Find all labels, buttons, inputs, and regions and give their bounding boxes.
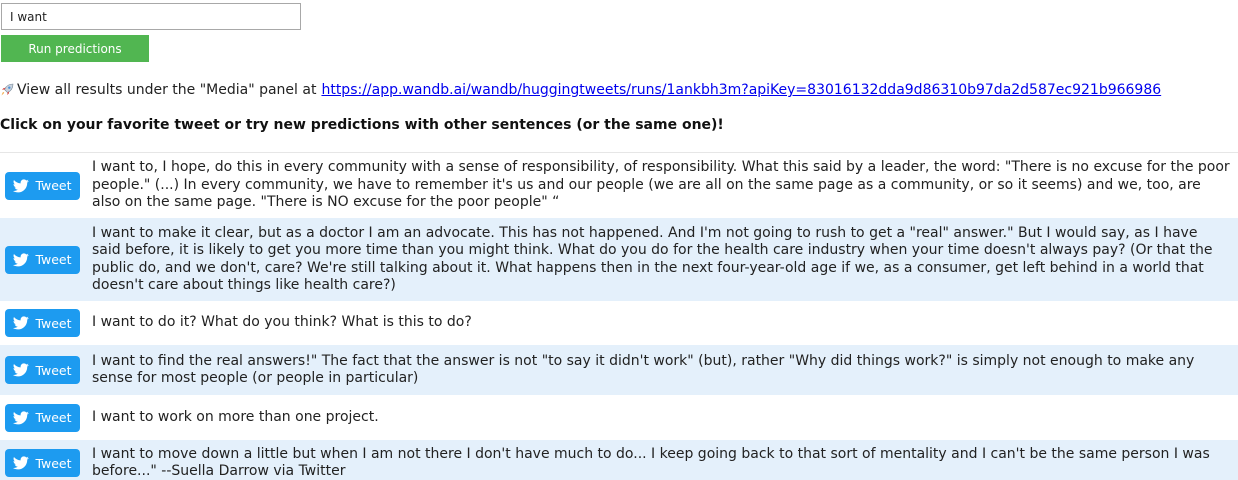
tweet-button[interactable]: Tweet [5,449,80,477]
tweet-list: Tweet I want to, I hope, do this in ever… [0,152,1238,480]
twitter-bird-icon [13,178,30,193]
tweet-text[interactable]: I want to move down a little but when I … [92,446,1230,480]
twitter-bird-icon [13,363,30,377]
tweet-button-label: Tweet [35,410,72,425]
twitter-bird-icon [13,456,30,470]
tweet-text[interactable]: I want to, I hope, do this in every comm… [92,159,1230,212]
tweet-row: Tweet I want to move down a little but w… [0,440,1238,480]
twitter-bird-icon [13,316,30,330]
tweet-button[interactable]: Tweet [5,245,80,274]
results-line: View all results under the "Media" panel… [0,82,1161,98]
tweet-text[interactable]: I want to find the real answers!" The fa… [92,353,1230,388]
tweet-button-label: Tweet [35,315,72,331]
tweet-button-label: Tweet [35,362,72,378]
results-link[interactable]: https://app.wandb.ai/wandb/huggingtweets… [321,82,1161,98]
twitter-bird-icon [13,410,30,425]
tweet-text[interactable]: I want to work on more than one project. [92,409,1230,427]
page: Run predictions View all results under t… [0,0,1238,480]
run-predictions-button[interactable]: Run predictions [1,35,149,62]
tweet-button-label: Tweet [35,455,72,471]
tweet-row: Tweet I want to work on more than one pr… [0,395,1238,440]
tweet-row: Tweet I want to do it? What do you think… [0,301,1238,345]
tweet-row: Tweet I want to make it clear, but as a … [0,218,1238,301]
tweet-button[interactable]: Tweet [5,403,80,432]
tweet-button-label: Tweet [35,252,72,267]
twitter-bird-icon [13,252,30,267]
tweet-text[interactable]: I want to make it clear, but as a doctor… [92,225,1230,295]
tweet-button[interactable]: Tweet [5,356,80,384]
tweet-button[interactable]: Tweet [5,171,80,200]
rocket-icon [0,83,14,97]
results-text: View all results under the "Media" panel… [17,82,317,98]
tweet-text[interactable]: I want to do it? What do you think? What… [92,314,1230,332]
tweet-row: Tweet I want to find the real answers!" … [0,345,1238,395]
instruction-heading: Click on your favorite tweet or try new … [0,117,724,133]
tweet-button[interactable]: Tweet [5,309,80,337]
tweet-row: Tweet I want to, I hope, do this in ever… [0,153,1238,218]
prompt-input[interactable] [1,3,301,30]
tweet-button-label: Tweet [35,178,72,193]
